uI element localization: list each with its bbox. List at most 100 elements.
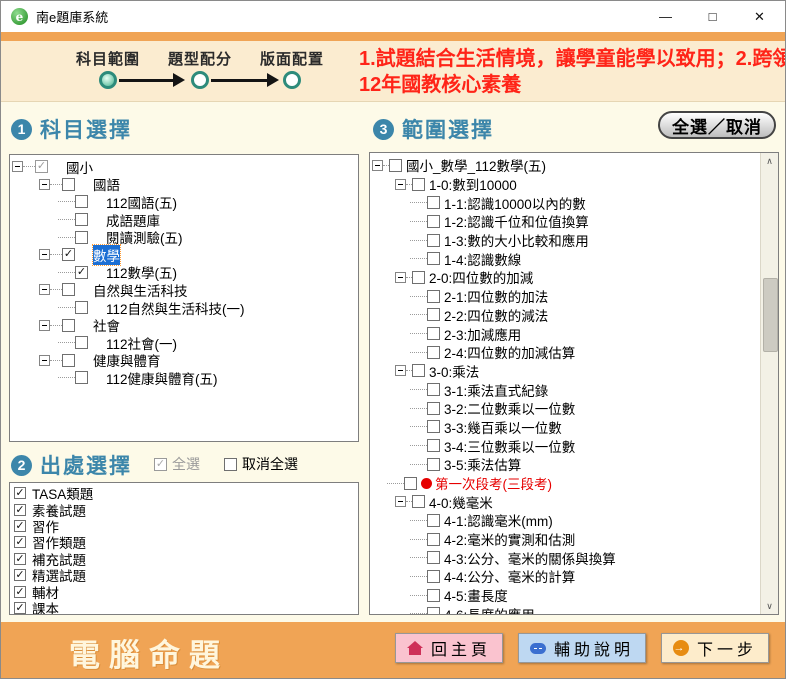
- tree-node-label[interactable]: 1-4:認識數線: [444, 249, 521, 269]
- tree-checkbox[interactable]: [75, 301, 88, 314]
- tree-checkbox[interactable]: [427, 551, 440, 564]
- expand-toggle-icon[interactable]: [39, 249, 50, 260]
- tree-checkbox[interactable]: [427, 589, 440, 602]
- source-item-checkbox[interactable]: ✓: [14, 487, 26, 499]
- tree-checkbox[interactable]: [427, 215, 440, 228]
- tree-checkbox[interactable]: [427, 234, 440, 247]
- expand-toggle-icon[interactable]: [39, 179, 50, 190]
- tree-checkbox[interactable]: [62, 319, 75, 332]
- scroll-up-icon[interactable]: ∧: [761, 153, 778, 169]
- source-item-checkbox[interactable]: ✓: [14, 569, 26, 581]
- tree-checkbox[interactable]: [75, 231, 88, 244]
- source-item-checkbox[interactable]: ✓: [14, 602, 26, 614]
- tree-node-label[interactable]: 4-6:長度的應用: [444, 604, 535, 615]
- tree-node-label[interactable]: 2-3:加減應用: [444, 324, 521, 344]
- tree-node-label[interactable]: 3-1:乘法直式紀錄: [444, 380, 548, 400]
- source-item-checkbox[interactable]: ✓: [14, 520, 26, 532]
- scroll-down-icon[interactable]: ∨: [761, 598, 778, 614]
- deselect-all-option[interactable]: 取消全選: [224, 454, 298, 474]
- tree-node-label[interactable]: 國小_數學_112數學(五): [406, 155, 546, 175]
- tree-checkbox[interactable]: [427, 290, 440, 303]
- tree-checkbox[interactable]: [412, 271, 425, 284]
- scrollbar[interactable]: ∧ ∨: [760, 153, 778, 614]
- expand-toggle-icon[interactable]: [12, 161, 23, 172]
- tree-node-label[interactable]: 2-4:四位數的加減估算: [444, 342, 575, 362]
- back-home-button[interactable]: 回主頁: [395, 633, 503, 663]
- expand-toggle-icon[interactable]: [395, 272, 406, 283]
- scrollbar-thumb[interactable]: [763, 278, 778, 352]
- minimize-button[interactable]: —: [642, 1, 689, 32]
- tree-node-label[interactable]: 3-3:幾百乘以一位數: [444, 417, 562, 437]
- tree-checkbox[interactable]: [412, 178, 425, 191]
- tree-checkbox[interactable]: [427, 607, 440, 615]
- tree-node-label[interactable]: 1-2:認識千位和位值換算: [444, 211, 589, 231]
- tree-node-label[interactable]: 1-0:數到10000: [429, 174, 517, 194]
- tree-checkbox[interactable]: [75, 213, 88, 226]
- tree-checkbox[interactable]: [427, 252, 440, 265]
- tree-checkbox[interactable]: [404, 477, 417, 490]
- tree-checkbox[interactable]: [427, 439, 440, 452]
- tree-checkbox[interactable]: [62, 283, 75, 296]
- tree-node-label[interactable]: 3-0:乘法: [429, 361, 479, 381]
- tree-node-label[interactable]: 4-2:毫米的實測和估測: [444, 529, 575, 549]
- tree-checkbox[interactable]: [427, 346, 440, 359]
- source-item-checkbox[interactable]: ✓: [14, 586, 26, 598]
- tree-node-label[interactable]: 1-1:認識10000以內的數: [444, 193, 586, 213]
- tree-node-label[interactable]: 第一次段考(三段考): [435, 473, 552, 493]
- select-all-option[interactable]: ✓ 全選: [154, 454, 200, 474]
- tree-checkbox[interactable]: [427, 402, 440, 415]
- tree-checkbox[interactable]: ✓: [75, 266, 88, 279]
- tree-node-label[interactable]: 4-0:幾毫米: [429, 492, 493, 512]
- tree-checkbox[interactable]: [427, 420, 440, 433]
- step-circle-icon[interactable]: [191, 71, 209, 89]
- expand-toggle-icon[interactable]: [395, 496, 406, 507]
- next-step-button[interactable]: →下一步: [661, 633, 769, 663]
- close-button[interactable]: ✕: [736, 1, 783, 32]
- deselect-all-checkbox[interactable]: [224, 458, 237, 471]
- tree-checkbox[interactable]: ✓: [35, 160, 48, 173]
- tree-checkbox[interactable]: [427, 458, 440, 471]
- expand-toggle-icon[interactable]: [395, 179, 406, 190]
- step-circle-icon[interactable]: [99, 71, 117, 89]
- tree-node-label[interactable]: 3-5:乘法估算: [444, 454, 521, 474]
- tree-checkbox[interactable]: [62, 178, 75, 191]
- tree-checkbox[interactable]: [62, 354, 75, 367]
- tree-checkbox[interactable]: [427, 196, 440, 209]
- expand-toggle-icon[interactable]: [39, 355, 50, 366]
- tree-checkbox[interactable]: [427, 514, 440, 527]
- tree-checkbox[interactable]: [427, 308, 440, 321]
- select-all-toggle-button[interactable]: 全選／取消: [658, 111, 776, 139]
- tree-node-label[interactable]: 2-0:四位數的加減: [429, 267, 533, 287]
- tree-node-label[interactable]: 4-4:公分、毫米的計算: [444, 566, 575, 586]
- tree-checkbox[interactable]: [389, 159, 402, 172]
- maximize-button[interactable]: □: [689, 1, 736, 32]
- source-item-checkbox[interactable]: ✓: [14, 536, 26, 548]
- tree-node-label[interactable]: 3-2:二位數乘以一位數: [444, 398, 575, 418]
- expand-toggle-icon[interactable]: [395, 365, 406, 376]
- tree-node-label[interactable]: 2-2:四位數的減法: [444, 305, 548, 325]
- tree-node-label[interactable]: 1-3:數的大小比較和應用: [444, 230, 589, 250]
- expand-toggle-icon[interactable]: [39, 284, 50, 295]
- tree-checkbox[interactable]: ✓: [62, 248, 75, 261]
- tree-node-label[interactable]: 國小: [66, 157, 93, 177]
- tree-node-label[interactable]: 112健康與體育(五): [106, 368, 218, 388]
- tree-node-label[interactable]: 112自然與生活科技(一): [106, 298, 245, 318]
- step-circle-icon[interactable]: [283, 71, 301, 89]
- source-item-checkbox[interactable]: ✓: [14, 504, 26, 516]
- tree-checkbox[interactable]: [427, 383, 440, 396]
- tree-node-label[interactable]: 4-1:認識毫米(mm): [444, 510, 553, 530]
- tree-node-label[interactable]: 3-4:三位數乘以一位數: [444, 436, 575, 456]
- expand-toggle-icon[interactable]: [372, 160, 383, 171]
- source-item-checkbox[interactable]: ✓: [14, 553, 26, 565]
- tree-checkbox[interactable]: [427, 533, 440, 546]
- tree-checkbox[interactable]: [427, 570, 440, 583]
- tree-checkbox[interactable]: [75, 195, 88, 208]
- tree-checkbox[interactable]: [412, 364, 425, 377]
- tree-node-label[interactable]: 4-5:畫長度: [444, 585, 508, 605]
- tree-checkbox[interactable]: [412, 495, 425, 508]
- help-button[interactable]: 輔助說明: [518, 633, 646, 663]
- tree-checkbox[interactable]: [75, 336, 88, 349]
- select-all-checkbox[interactable]: ✓: [154, 458, 167, 471]
- tree-node-label[interactable]: 2-1:四位數的加法: [444, 286, 548, 306]
- tree-checkbox[interactable]: [75, 371, 88, 384]
